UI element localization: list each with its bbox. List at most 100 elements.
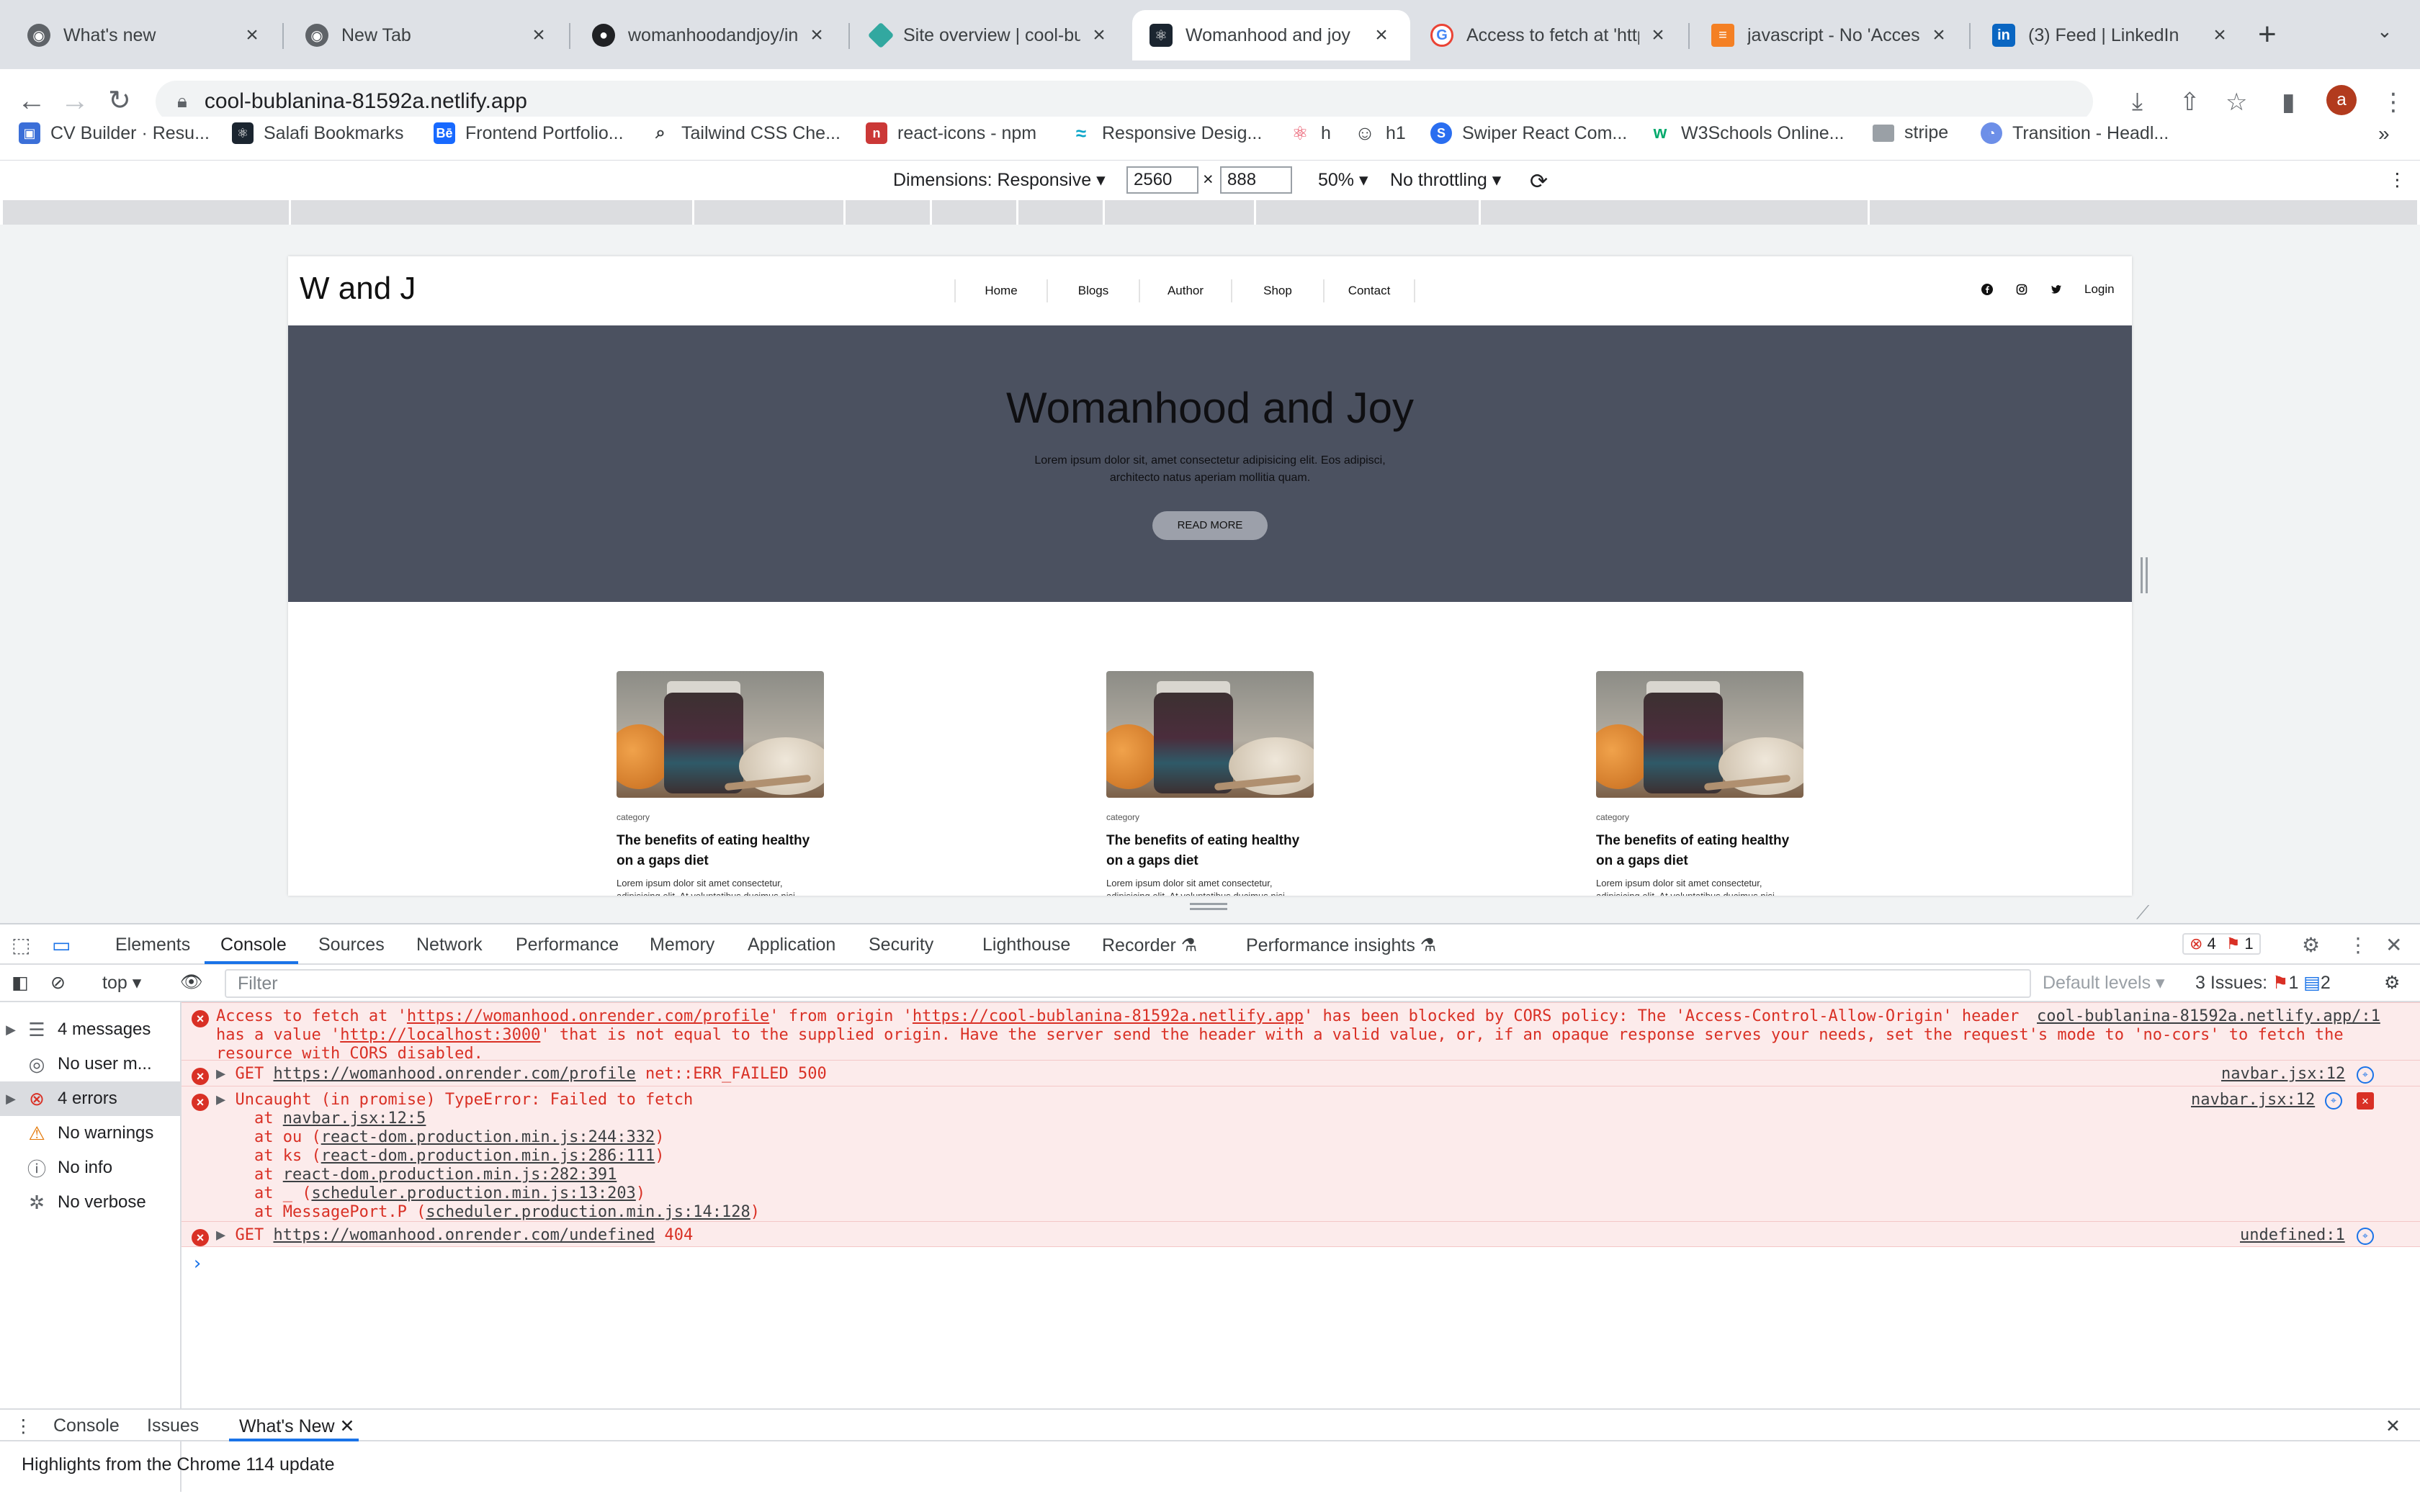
media-query-segment[interactable] <box>291 200 694 225</box>
lock-icon[interactable]: 🔒︎ <box>177 90 187 113</box>
tab-lighthouse[interactable]: Lighthouse <box>982 935 1070 955</box>
viewport-resize-handle-corner[interactable]: ⟋ <box>2136 901 2149 924</box>
bookmark-item[interactable]: w W3Schools Online... <box>1649 122 1845 144</box>
media-query-segment[interactable] <box>932 200 1018 225</box>
tab-performance-insights[interactable]: Performance insights ⚗ <box>1246 935 1436 956</box>
drawer-menu-icon[interactable]: ⋮ <box>14 1416 32 1437</box>
tab-security[interactable]: Security <box>869 935 933 955</box>
rotate-icon[interactable]: ⟳ <box>1530 169 1548 194</box>
blog-card[interactable]: category The benefits of eating healthy … <box>1106 671 1322 896</box>
tab-network[interactable]: Network <box>416 935 483 955</box>
blog-card-image[interactable] <box>1596 671 1803 798</box>
close-tab-icon[interactable]: × <box>1646 23 1670 48</box>
tab-recorder[interactable]: Recorder ⚗ <box>1102 935 1197 956</box>
viewport-resize-handle-right[interactable] <box>2141 557 2148 593</box>
blog-card-title[interactable]: The benefits of eating healthy on a gaps… <box>1596 831 1805 871</box>
browser-tab[interactable]: ◉ New Tab × <box>288 10 568 60</box>
read-more-button[interactable]: READ MORE <box>1152 511 1268 540</box>
close-devtools-icon[interactable]: ✕ <box>2385 933 2402 957</box>
device-toggle-icon[interactable]: ▭ <box>52 933 71 957</box>
close-tab-icon[interactable]: × <box>805 23 828 48</box>
network-request-icon[interactable]: ⌖ <box>2357 1228 2374 1245</box>
error-count-badge[interactable]: ⊗ 4 ⚑ 1 <box>2182 933 2261 955</box>
zoom-dropdown[interactable]: 50% ▾ <box>1318 169 1368 191</box>
profile-avatar[interactable]: a <box>2326 85 2357 115</box>
context-selector[interactable]: top ▾ <box>102 972 141 994</box>
browser-tab[interactable]: in (3) Feed | LinkedIn × <box>1975 10 2249 60</box>
media-query-segment[interactable] <box>1481 200 1870 225</box>
live-expression-eye-icon[interactable]: 👁︎ <box>180 972 203 993</box>
tab-console[interactable]: Console <box>220 935 287 955</box>
media-query-segment[interactable] <box>1256 200 1481 225</box>
drawer-tab-console[interactable]: Console <box>53 1416 120 1436</box>
sidebar-item-user-messages[interactable]: ◎ No user m... <box>0 1047 180 1081</box>
bookmark-item[interactable]: ⚛ h <box>1289 122 1331 144</box>
more-options-icon[interactable]: ⋮ <box>2388 169 2406 191</box>
bookmark-item[interactable]: ⌕ Tailwind CSS Che... <box>650 122 841 144</box>
install-app-icon[interactable]: ⤓ <box>2132 88 2143 116</box>
stack-frame-link[interactable]: scheduler.production.min.js:14:128 <box>426 1203 750 1221</box>
network-request-icon[interactable]: ⌖ <box>2325 1092 2342 1110</box>
share-icon[interactable]: ⇧ <box>2179 88 2200 117</box>
throttling-dropdown[interactable]: No throttling ▾ <box>1390 169 1501 191</box>
menu-item-home[interactable]: Home <box>954 279 1047 302</box>
close-icon[interactable]: ✕ <box>340 1416 355 1436</box>
stack-frame-link[interactable]: react-dom.production.min.js:244:332 <box>321 1128 655 1146</box>
url-link[interactable]: https://womanhood.onrender.com/profile <box>407 1007 769 1025</box>
console-error-message[interactable]: × ▶ GET https://womanhood.onrender.com/p… <box>182 1060 2420 1086</box>
stack-frame-link[interactable]: scheduler.production.min.js:13:203 <box>311 1184 635 1202</box>
twitter-icon[interactable] <box>2050 283 2063 296</box>
close-drawer-icon[interactable]: ✕ <box>2385 1416 2401 1437</box>
url-link[interactable]: https://womanhood.onrender.com/profile <box>273 1065 635 1083</box>
expand-arrow-icon[interactable]: ▶ <box>216 1091 236 1109</box>
viewport-resize-handle-bottom[interactable] <box>1190 903 1227 910</box>
blog-card-title[interactable]: The benefits of eating healthy on a gaps… <box>1106 831 1315 871</box>
sidebar-item-messages[interactable]: ▶ ☰ 4 messages <box>0 1012 180 1047</box>
expand-arrow-icon[interactable]: ▶ <box>216 1226 236 1244</box>
close-tab-icon[interactable]: × <box>1370 23 1393 48</box>
media-query-segment[interactable] <box>694 200 846 225</box>
bookmark-item[interactable]: ☺ h1 <box>1354 122 1406 144</box>
browser-tab[interactable]: ◉ What's new × <box>10 10 281 60</box>
browser-tab[interactable]: G Access to fetch at 'https: × <box>1413 10 1687 60</box>
dismiss-error-icon[interactable]: ✕ <box>2357 1092 2374 1110</box>
drawer-tab-whats-new[interactable]: What's New ✕ <box>239 1416 355 1437</box>
tab-elements[interactable]: Elements <box>115 935 190 955</box>
sidebar-item-warnings[interactable]: ⚠ No warnings <box>0 1116 180 1151</box>
sidebar-item-errors[interactable]: ▶ ⊗ 4 errors <box>0 1081 180 1116</box>
network-request-icon[interactable]: ⌖ <box>2357 1066 2374 1084</box>
expand-arrow-icon[interactable]: ▶ <box>0 1022 22 1038</box>
browser-tab[interactable]: Site overview | cool-bu × <box>854 10 1128 60</box>
menu-item-blogs[interactable]: Blogs <box>1047 279 1139 302</box>
source-link[interactable]: undefined:1 <box>2240 1226 2345 1244</box>
blog-card[interactable]: category The benefits of eating healthy … <box>617 671 833 896</box>
close-tab-icon[interactable]: × <box>2208 23 2231 48</box>
chrome-menu-icon[interactable]: ⋮ <box>2381 88 2406 117</box>
bookmark-item[interactable]: S Swiper React Com... <box>1430 122 1627 144</box>
media-query-segment[interactable] <box>3 200 291 225</box>
tab-application[interactable]: Application <box>748 935 835 955</box>
close-tab-icon[interactable]: × <box>527 23 550 48</box>
tab-search-icon[interactable]: ⌄ <box>2377 20 2393 42</box>
dimensions-dropdown[interactable]: Dimensions: Responsive ▾ <box>893 169 1106 191</box>
settings-gear-icon[interactable]: ⚙ <box>2302 933 2320 957</box>
log-levels-dropdown[interactable]: Default levels ▾ <box>2043 972 2165 994</box>
side-panel-icon[interactable]: ▮ <box>2282 88 2295 117</box>
url-link[interactable]: http://localhost:3000 <box>340 1026 540 1044</box>
address-url[interactable]: cool-bublanina-81592a.netlify.app <box>205 89 527 114</box>
width-input[interactable]: 2560 <box>1126 166 1198 194</box>
inspect-element-icon[interactable]: ⬚ <box>12 933 30 957</box>
instagram-icon[interactable] <box>2015 283 2028 296</box>
bookmark-item[interactable]: ⚛ Salafi Bookmarks <box>232 122 404 144</box>
expand-arrow-icon[interactable]: ▶ <box>216 1065 236 1083</box>
console-settings-gear-icon[interactable]: ⚙ <box>2384 972 2400 994</box>
source-link[interactable]: navbar.jsx:12 <box>2221 1065 2345 1083</box>
blog-card-image[interactable] <box>617 671 824 798</box>
source-link[interactable]: navbar.jsx:12 <box>2191 1091 2315 1109</box>
media-query-bar[interactable] <box>3 200 2417 225</box>
bookmark-item[interactable]: ≈ Responsive Desig... <box>1070 122 1262 144</box>
sidebar-item-verbose[interactable]: ✲ No verbose <box>0 1185 180 1220</box>
console-filter-input[interactable]: Filter <box>225 969 2031 998</box>
media-query-segment[interactable] <box>1105 200 1256 225</box>
login-link[interactable]: Login <box>2084 282 2115 297</box>
